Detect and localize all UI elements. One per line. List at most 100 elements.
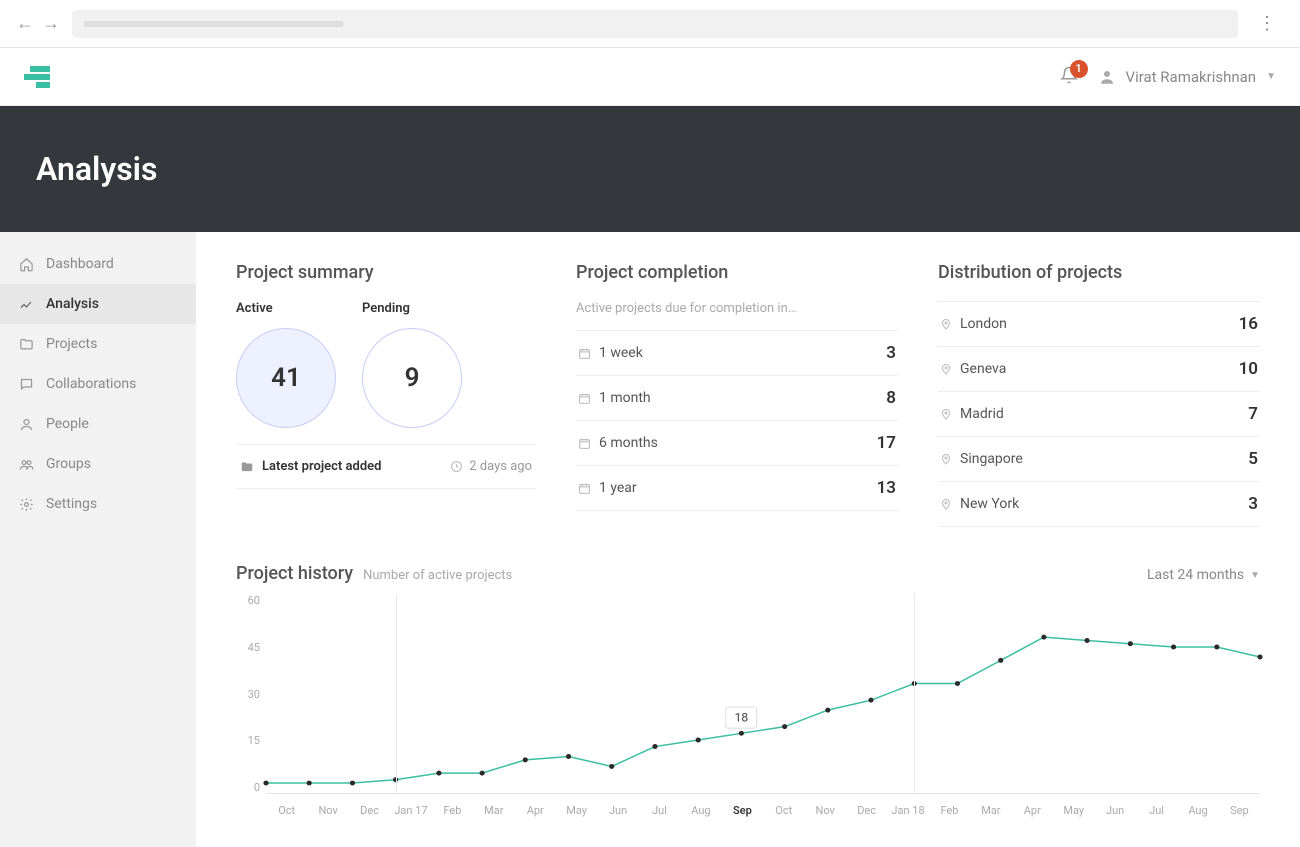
page-hero: Analysis — [0, 106, 1300, 232]
sidebar-item-people[interactable]: People — [0, 404, 196, 444]
sidebar-item-groups[interactable]: Groups — [0, 444, 196, 484]
notifications-button[interactable]: 1 — [1060, 66, 1078, 88]
completion-value: 17 — [877, 433, 896, 453]
year-divider — [914, 594, 915, 793]
x-tick: Nov — [307, 804, 348, 817]
section-title: Project summary — [236, 262, 536, 283]
y-tick: 60 — [236, 594, 260, 607]
sidebar: Dashboard Analysis Projects Collaborations P… — [0, 232, 196, 847]
pin-icon — [940, 407, 952, 421]
distribution-row[interactable]: New York 3 — [938, 481, 1260, 527]
x-tick: Apr — [515, 804, 556, 817]
sidebar-item-label: Dashboard — [46, 256, 114, 272]
x-tick: Mar — [970, 804, 1011, 817]
x-tick: Jan 17 — [390, 804, 431, 817]
trend-icon — [18, 297, 34, 312]
project-history-section: Project history Number of active project… — [236, 563, 1260, 817]
x-tick: Aug — [680, 804, 721, 817]
topbar: 1 Virat Ramakrishnan ▼ — [0, 48, 1300, 106]
chart-tooltip: 18 — [726, 707, 758, 729]
user-menu[interactable]: Virat Ramakrishnan ▼ — [1098, 68, 1276, 86]
browser-menu-icon[interactable]: ⋮ — [1250, 13, 1284, 34]
distribution-row[interactable]: Geneva10 — [938, 346, 1260, 391]
chevron-down-icon: ▼ — [1250, 570, 1260, 581]
distribution-label: Singapore — [960, 451, 1023, 467]
history-subtitle: Number of active projects — [363, 568, 512, 583]
completion-value: 13 — [877, 478, 896, 498]
distribution-label: London — [960, 316, 1007, 332]
distribution-value: 16 — [1239, 314, 1258, 334]
x-tick: Feb — [432, 804, 473, 817]
y-tick: 15 — [236, 734, 260, 747]
section-title: Project completion — [576, 262, 898, 283]
pin-icon — [940, 452, 952, 466]
chat-icon — [18, 377, 34, 392]
y-tick: 30 — [236, 688, 260, 701]
calendar-icon — [578, 437, 591, 450]
completion-row[interactable]: 6 months 17 — [576, 420, 898, 465]
section-title: Project history — [236, 563, 353, 584]
latest-project-label: Latest project added — [262, 459, 381, 474]
pending-count: 9 — [362, 328, 462, 428]
folder-icon — [18, 337, 34, 352]
x-tick: Jul — [639, 804, 680, 817]
sidebar-item-settings[interactable]: Settings — [0, 484, 196, 524]
completion-label: 6 months — [599, 435, 658, 451]
latest-project-row[interactable]: Latest project added 2 days ago — [236, 444, 536, 489]
year-divider — [396, 594, 397, 793]
sidebar-item-label: People — [46, 416, 89, 432]
x-tick: Oct — [763, 804, 804, 817]
url-placeholder — [84, 21, 344, 27]
completion-row[interactable]: 1 month 8 — [576, 375, 898, 420]
completion-label: 1 week — [599, 345, 643, 361]
x-tick: Dec — [349, 804, 390, 817]
sidebar-item-label: Settings — [46, 496, 97, 512]
clock-icon — [450, 460, 463, 473]
time-range-selector[interactable]: Last 24 months ▼ — [1147, 567, 1260, 583]
calendar-icon — [578, 392, 591, 405]
x-tick: Apr — [1012, 804, 1053, 817]
pin-icon — [940, 497, 952, 511]
sidebar-item-label: Analysis — [46, 296, 99, 312]
completion-label: 1 month — [599, 390, 651, 406]
sidebar-item-projects[interactable]: Projects — [0, 324, 196, 364]
distribution-value: 7 — [1248, 404, 1258, 424]
pending-label: Pending — [362, 301, 410, 316]
distribution-row[interactable]: London 16 — [938, 301, 1260, 346]
browser-chrome: ← → ⋮ — [0, 0, 1300, 48]
completion-value: 3 — [886, 343, 896, 363]
calendar-icon — [578, 347, 591, 360]
nav-back-icon[interactable]: ← — [16, 13, 34, 34]
sidebar-item-dashboard[interactable]: Dashboard — [0, 244, 196, 284]
x-tick: Jul — [1136, 804, 1177, 817]
x-tick: Oct — [266, 804, 307, 817]
latest-project-time: 2 days ago — [469, 459, 532, 474]
x-tick: Sep — [1219, 804, 1260, 817]
x-tick: May — [556, 804, 597, 817]
x-tick: Jun — [597, 804, 638, 817]
sidebar-item-analysis[interactable]: Analysis — [0, 284, 196, 324]
completion-row[interactable]: 1 week 3 — [576, 330, 898, 375]
distribution-row[interactable]: Singapore5 — [938, 436, 1260, 481]
distribution-value: 3 — [1248, 494, 1258, 514]
pin-icon — [940, 362, 952, 376]
y-tick: 0 — [236, 781, 260, 794]
completion-row[interactable]: 1 year 13 — [576, 465, 898, 511]
distribution-label: Madrid — [960, 406, 1004, 422]
x-tick: Mar — [473, 804, 514, 817]
sidebar-item-label: Collaborations — [46, 376, 136, 392]
url-bar[interactable] — [72, 10, 1238, 38]
nav-forward-icon[interactable]: → — [42, 13, 60, 34]
distribution-row[interactable]: Madrid 7 — [938, 391, 1260, 436]
app-logo[interactable] — [24, 66, 50, 88]
x-tick: Aug — [1177, 804, 1218, 817]
person-icon — [18, 417, 34, 432]
x-tick: Dec — [846, 804, 887, 817]
completion-label: 1 year — [599, 480, 637, 496]
page-title: Analysis — [36, 150, 1264, 188]
sidebar-item-collaborations[interactable]: Collaborations — [0, 364, 196, 404]
home-icon — [18, 257, 34, 272]
completion-value: 8 — [886, 388, 896, 408]
distribution-label: New York — [960, 496, 1019, 512]
avatar-icon — [1098, 68, 1116, 86]
